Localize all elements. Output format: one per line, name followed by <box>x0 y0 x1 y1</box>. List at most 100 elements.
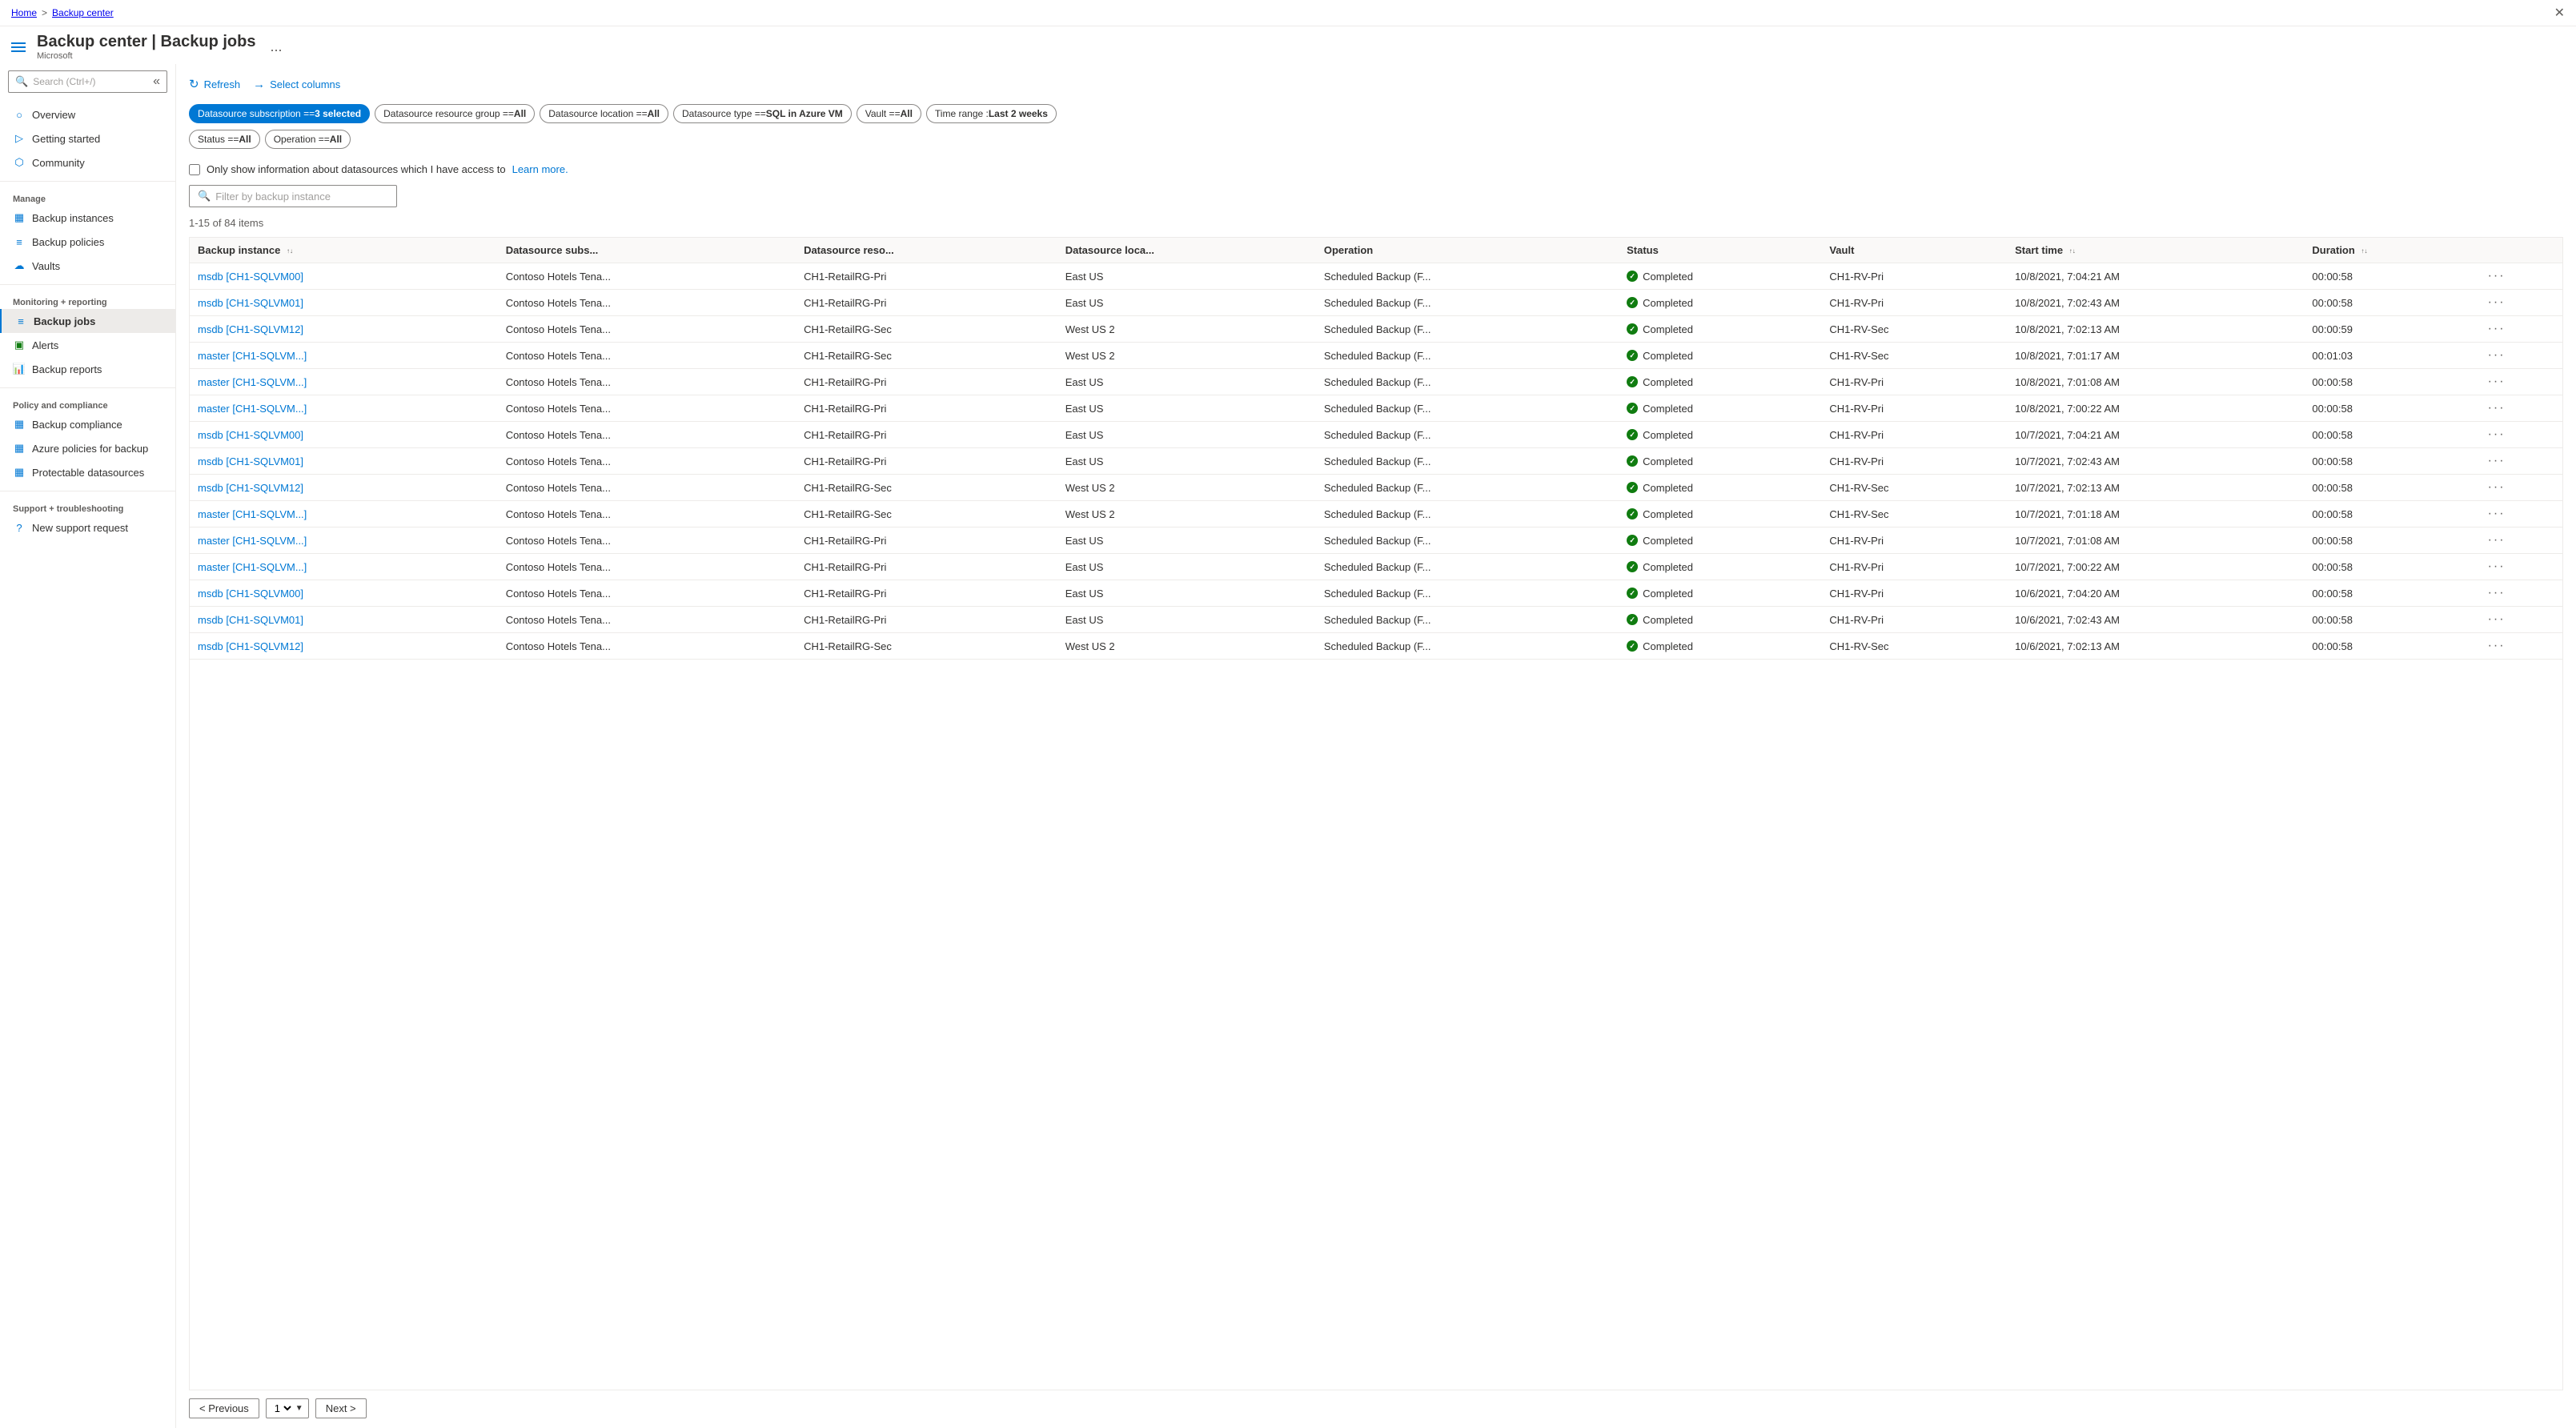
filter-vault[interactable]: Vault == All <box>857 104 921 123</box>
table-row[interactable]: msdb [CH1-SQLVM01] Contoso Hotels Tena..… <box>190 448 2562 475</box>
sidebar-item-alerts[interactable]: ▣ Alerts <box>0 333 175 357</box>
cell-more-11[interactable]: ··· <box>2480 554 2562 580</box>
cell-reso-2: CH1-RetailRG-Sec <box>796 316 1057 343</box>
sidebar-item-backup-compliance[interactable]: ▦ Backup compliance <box>0 412 175 436</box>
cell-more-1[interactable]: ··· <box>2480 290 2562 316</box>
cell-more-2[interactable]: ··· <box>2480 316 2562 343</box>
col-backup-instance[interactable]: Backup instance ↑↓ <box>190 238 498 263</box>
page-select[interactable]: 1 2 3 4 5 6 ▼ <box>266 1398 309 1418</box>
more-icon-13[interactable]: ··· <box>2488 612 2506 626</box>
close-icon[interactable]: ✕ <box>2554 5 2565 21</box>
prev-button[interactable]: < Previous <box>189 1398 259 1418</box>
sidebar-item-new-support[interactable]: ? New support request <box>0 515 175 540</box>
cell-more-14[interactable]: ··· <box>2480 633 2562 660</box>
cell-instance-14: msdb [CH1-SQLVM12] <box>190 633 498 660</box>
filter-operation[interactable]: Operation == All <box>265 130 351 149</box>
cell-more-0[interactable]: ··· <box>2480 263 2562 290</box>
table-row[interactable]: msdb [CH1-SQLVM00] Contoso Hotels Tena..… <box>190 263 2562 290</box>
table-row[interactable]: msdb [CH1-SQLVM12] Contoso Hotels Tena..… <box>190 316 2562 343</box>
ellipsis-button[interactable]: ... <box>270 38 282 55</box>
sidebar-item-backup-jobs[interactable]: ≡ Backup jobs <box>0 309 175 333</box>
col-datasource-reso: Datasource reso... <box>796 238 1057 263</box>
more-icon-6[interactable]: ··· <box>2488 427 2506 441</box>
more-icon-4[interactable]: ··· <box>2488 375 2506 388</box>
more-icon-7[interactable]: ··· <box>2488 454 2506 467</box>
more-icon-8[interactable]: ··· <box>2488 480 2506 494</box>
sidebar-item-community[interactable]: ⬡ Community <box>0 150 175 174</box>
filter-resource-group[interactable]: Datasource resource group == All <box>375 104 535 123</box>
filter-search-box[interactable]: 🔍 <box>189 185 397 207</box>
cell-more-9[interactable]: ··· <box>2480 501 2562 527</box>
table-row[interactable]: msdb [CH1-SQLVM01] Contoso Hotels Tena..… <box>190 607 2562 633</box>
more-icon-11[interactable]: ··· <box>2488 560 2506 573</box>
cell-more-5[interactable]: ··· <box>2480 395 2562 422</box>
next-button[interactable]: Next > <box>315 1398 367 1418</box>
divider-1 <box>0 181 175 182</box>
table-row[interactable]: master [CH1-SQLVM...] Contoso Hotels Ten… <box>190 501 2562 527</box>
table-row[interactable]: master [CH1-SQLVM...] Contoso Hotels Ten… <box>190 369 2562 395</box>
cell-more-6[interactable]: ··· <box>2480 422 2562 448</box>
cell-more-8[interactable]: ··· <box>2480 475 2562 501</box>
cell-more-12[interactable]: ··· <box>2480 580 2562 607</box>
more-icon-12[interactable]: ··· <box>2488 586 2506 600</box>
more-icon-2[interactable]: ··· <box>2488 322 2506 335</box>
divider-2 <box>0 284 175 285</box>
hamburger-menu[interactable] <box>11 42 26 52</box>
table-row[interactable]: msdb [CH1-SQLVM12] Contoso Hotels Tena..… <box>190 475 2562 501</box>
cell-more-7[interactable]: ··· <box>2480 448 2562 475</box>
breadcrumb-current[interactable]: Backup center <box>52 7 114 18</box>
sidebar-item-backup-reports[interactable]: 📊 Backup reports <box>0 357 175 381</box>
col-duration[interactable]: Duration ↑↓ <box>2304 238 2479 263</box>
filter-subscription[interactable]: Datasource subscription == 3 selected <box>189 104 370 123</box>
page-select-dropdown[interactable]: 1 2 3 4 5 6 <box>271 1402 294 1415</box>
cell-vault-7: CH1-RV-Pri <box>1821 448 2007 475</box>
filter-time[interactable]: Time range : Last 2 weeks <box>926 104 1057 123</box>
more-icon-1[interactable]: ··· <box>2488 295 2506 309</box>
filter-status[interactable]: Status == All <box>189 130 260 149</box>
filter-location[interactable]: Datasource location == All <box>540 104 668 123</box>
cell-start-7: 10/7/2021, 7:02:43 AM <box>2007 448 2304 475</box>
sidebar-item-azure-policies[interactable]: ▦ Azure policies for backup <box>0 436 175 460</box>
more-icon-3[interactable]: ··· <box>2488 348 2506 362</box>
search-input[interactable] <box>33 76 148 87</box>
cell-operation-1: Scheduled Backup (F... <box>1316 290 1619 316</box>
sidebar-item-overview[interactable]: ○ Overview <box>0 102 175 126</box>
more-icon-5[interactable]: ··· <box>2488 401 2506 415</box>
cell-instance-5: master [CH1-SQLVM...] <box>190 395 498 422</box>
more-icon-9[interactable]: ··· <box>2488 507 2506 520</box>
collapse-button[interactable]: « <box>153 74 160 89</box>
filter-type[interactable]: Datasource type == SQL in Azure VM <box>673 104 852 123</box>
cell-duration-4: 00:00:58 <box>2304 369 2479 395</box>
cell-duration-7: 00:00:58 <box>2304 448 2479 475</box>
table-row[interactable]: msdb [CH1-SQLVM00] Contoso Hotels Tena..… <box>190 422 2562 448</box>
table-row[interactable]: master [CH1-SQLVM...] Contoso Hotels Ten… <box>190 343 2562 369</box>
table-row[interactable]: msdb [CH1-SQLVM12] Contoso Hotels Tena..… <box>190 633 2562 660</box>
select-columns-button[interactable]: → Select columns <box>253 74 340 94</box>
cell-more-3[interactable]: ··· <box>2480 343 2562 369</box>
sidebar-item-getting-started[interactable]: ▷ Getting started <box>0 126 175 150</box>
sidebar-item-vaults[interactable]: ☁ Vaults <box>0 254 175 278</box>
refresh-button[interactable]: ↻ Refresh <box>189 74 240 94</box>
sidebar-item-backup-policies[interactable]: ≡ Backup policies <box>0 230 175 254</box>
breadcrumb-home[interactable]: Home <box>11 7 37 18</box>
more-icon-14[interactable]: ··· <box>2488 639 2506 652</box>
cell-more-13[interactable]: ··· <box>2480 607 2562 633</box>
learn-more-link[interactable]: Learn more. <box>512 163 568 175</box>
table-row[interactable]: master [CH1-SQLVM...] Contoso Hotels Ten… <box>190 395 2562 422</box>
table-row[interactable]: master [CH1-SQLVM...] Contoso Hotels Ten… <box>190 527 2562 554</box>
cell-more-10[interactable]: ··· <box>2480 527 2562 554</box>
col-start-time[interactable]: Start time ↑↓ <box>2007 238 2304 263</box>
table-row[interactable]: master [CH1-SQLVM...] Contoso Hotels Ten… <box>190 554 2562 580</box>
sidebar-item-backup-instances[interactable]: ▦ Backup instances <box>0 206 175 230</box>
filter-search-input[interactable] <box>215 191 388 203</box>
more-icon-10[interactable]: ··· <box>2488 533 2506 547</box>
cell-reso-12: CH1-RetailRG-Pri <box>796 580 1057 607</box>
status-label-2: Completed <box>1643 323 1693 335</box>
more-icon-0[interactable]: ··· <box>2488 269 2506 283</box>
table-row[interactable]: msdb [CH1-SQLVM00] Contoso Hotels Tena..… <box>190 580 2562 607</box>
cell-more-4[interactable]: ··· <box>2480 369 2562 395</box>
search-box[interactable]: 🔍 « <box>8 70 167 93</box>
table-row[interactable]: msdb [CH1-SQLVM01] Contoso Hotels Tena..… <box>190 290 2562 316</box>
access-checkbox[interactable] <box>189 164 200 175</box>
sidebar-item-protectable-datasources[interactable]: ▦ Protectable datasources <box>0 460 175 484</box>
